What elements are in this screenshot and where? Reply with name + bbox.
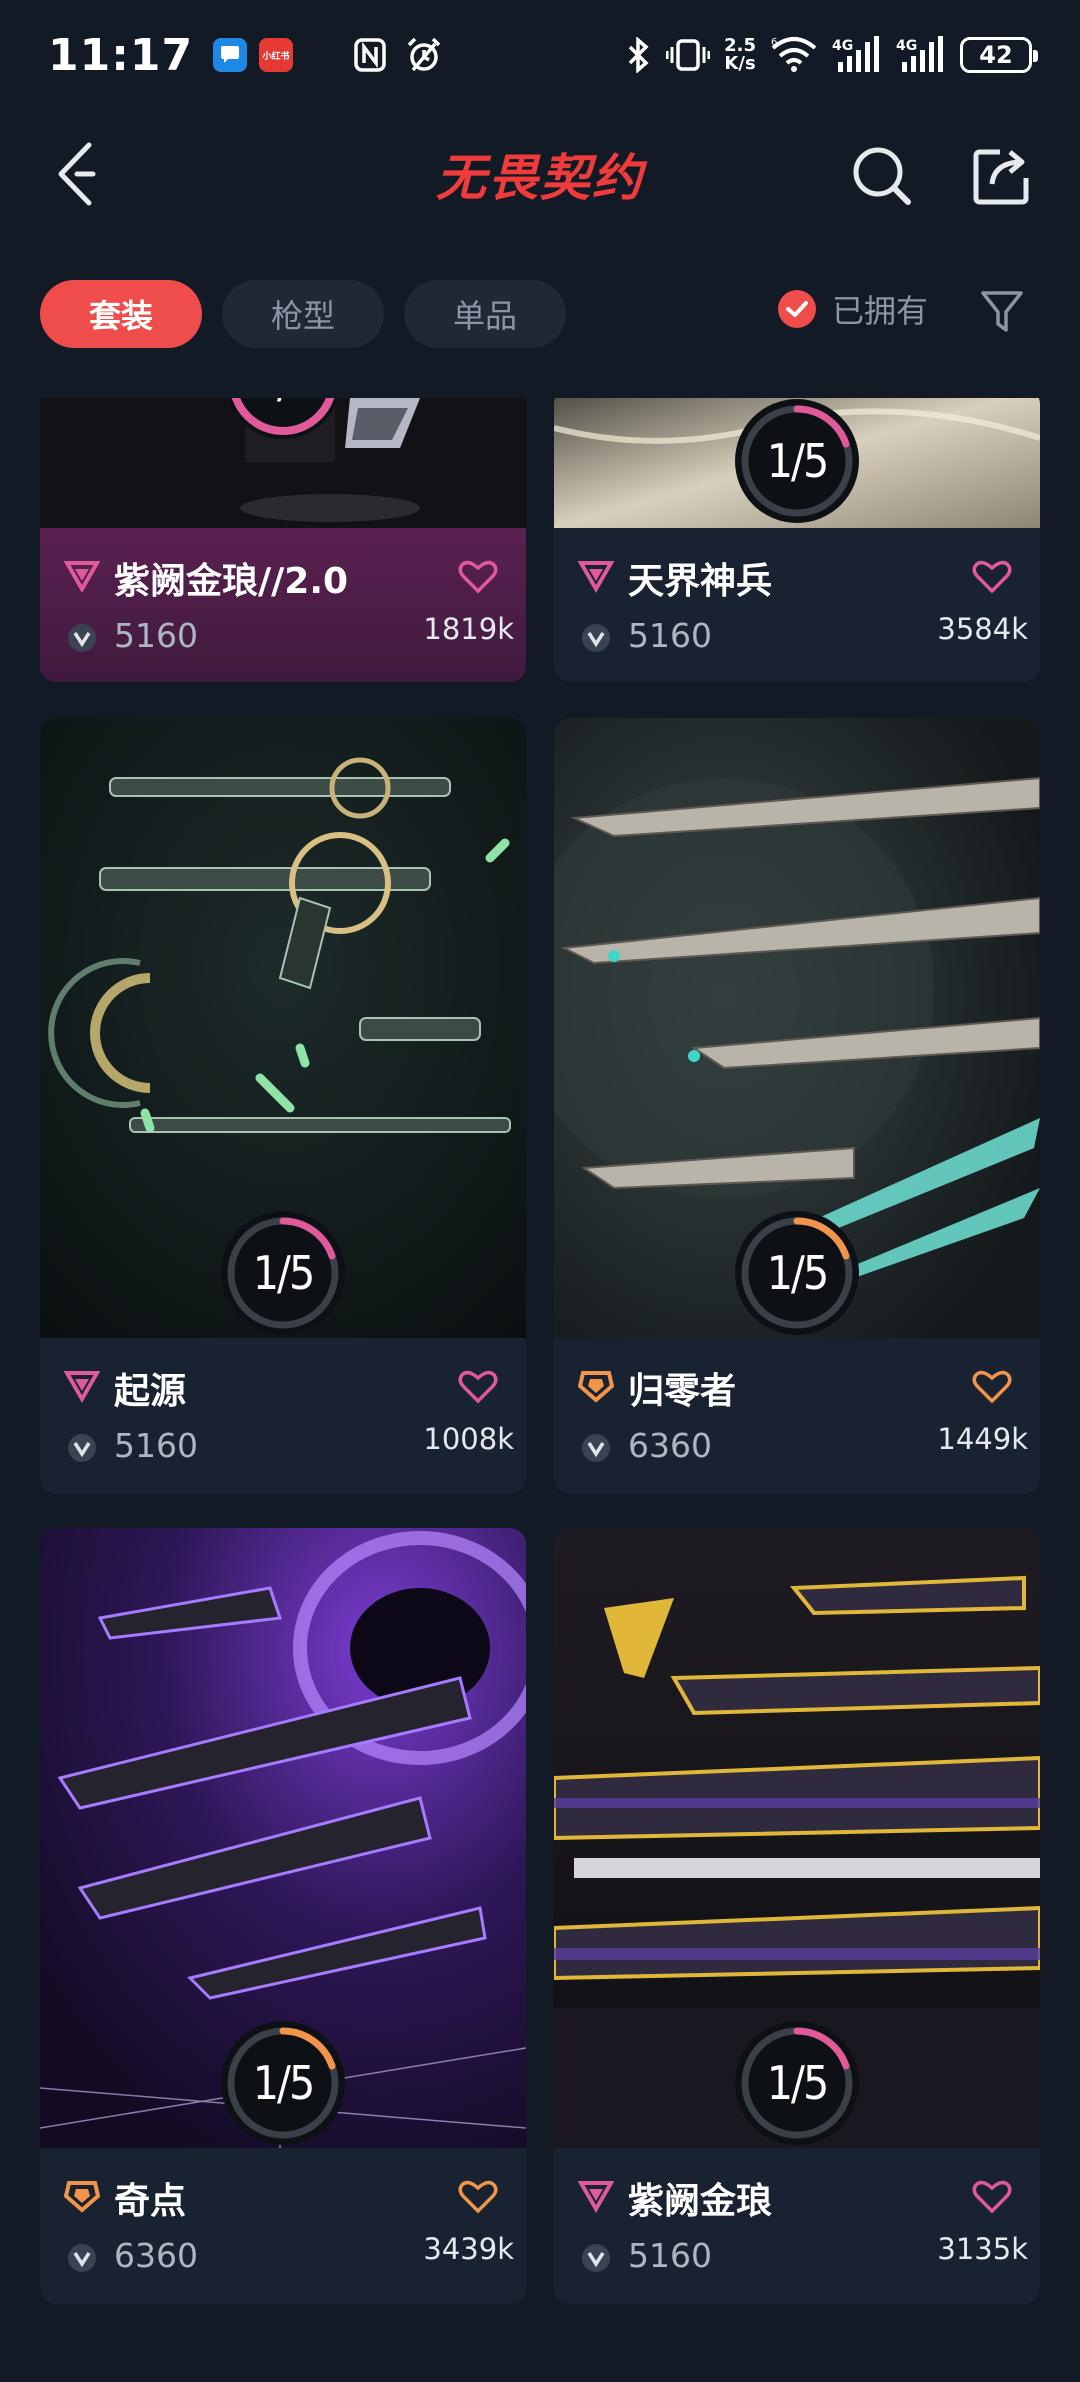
signal-4g-icon-2: 4G: [896, 36, 943, 72]
vp-currency-icon: [68, 624, 96, 652]
share-button[interactable]: [966, 140, 1038, 212]
heart-icon[interactable]: [458, 558, 498, 594]
status-right-icons: 2.5 K/s 6 4G 4G 42: [626, 36, 1038, 74]
bundle-info: 紫阙金琅 5160 3135k: [554, 2148, 1040, 2302]
share-icon: [973, 149, 1029, 205]
exclusive-tier-icon: [578, 1371, 614, 1403]
bundle-name: 紫阙金琅: [628, 2181, 773, 2222]
progress-label: 5/5: [218, 398, 348, 446]
funnel-icon[interactable]: [980, 288, 1024, 336]
nfc-icon: [354, 38, 386, 72]
bundle-info: 归零者 6360 1449k: [554, 1338, 1040, 1492]
svg-text:4G: 4G: [896, 38, 917, 54]
search-icon: [853, 147, 911, 205]
bundle-artwork: 5/5: [40, 398, 526, 528]
vp-currency-icon: [582, 1434, 610, 1462]
progress-label: 1/5: [766, 434, 830, 488]
bundle-card[interactable]: 5/5 紫阙金琅//2.0 5160 1819k: [40, 398, 526, 682]
alarm-icon: [407, 37, 441, 72]
search-button[interactable]: [846, 140, 918, 212]
status-bar: 11:17 小红书 2.5 K/s 6 4G 4G 42: [0, 0, 1080, 110]
bundle-artwork: 1/5: [40, 1528, 526, 2148]
bundle-name: 奇点: [114, 2181, 187, 2222]
bundle-price: 5160: [114, 616, 198, 655]
bundle-card[interactable]: 1/5 天界神兵 5160 3584k: [554, 398, 1040, 682]
bundle-name: 紫阙金琅//2.0: [114, 561, 349, 602]
vp-currency-icon: [68, 1434, 96, 1462]
tab-weapon-type[interactable]: 枪型: [222, 280, 384, 348]
bundle-name: 天界神兵: [628, 561, 773, 602]
bundle-info: 起源 5160 1008k: [40, 1338, 526, 1492]
signal-4g-icon: 4G: [832, 36, 879, 72]
bundle-card[interactable]: 1/5 归零者 6360 1449k: [554, 718, 1040, 1494]
xiaohongshu-app-icon: 小红书: [259, 38, 294, 72]
bundle-price: 5160: [114, 1426, 198, 1465]
progress-label: 1/5: [766, 1246, 830, 1300]
premium-tier-icon: [64, 561, 100, 594]
bundle-price: 5160: [628, 2236, 712, 2275]
bundle-grid: 5/5 紫阙金琅//2.0 5160 1819k 1/5: [0, 398, 1080, 2382]
network-speed: 2.5 K/s: [724, 37, 756, 73]
bundle-card[interactable]: 1/5 紫阙金琅 5160 3135k: [554, 1528, 1040, 2304]
heart-icon[interactable]: [972, 558, 1012, 594]
heart-icon[interactable]: [458, 1368, 498, 1404]
bundle-artwork: 1/5: [554, 398, 1040, 528]
bundle-artwork: 1/5: [554, 718, 1040, 1338]
bluetooth-icon: [628, 37, 649, 73]
page-title: 无畏契约: [436, 149, 644, 207]
owned-label: 已拥有: [832, 292, 929, 330]
heart-icon[interactable]: [458, 2178, 498, 2214]
bundle-likes: 3584k: [937, 612, 1028, 646]
bundle-info: 紫阙金琅//2.0 5160 1819k: [40, 528, 526, 682]
bundle-likes: 1819k: [423, 612, 514, 646]
premium-tier-icon: [64, 1371, 100, 1404]
message-app-icon: [213, 38, 248, 72]
wifi-icon: 6: [771, 37, 817, 72]
exclusive-tier-icon: [64, 2181, 100, 2213]
bundle-name: 归零者: [628, 1371, 737, 1412]
checkmark-icon: [778, 290, 816, 328]
filter-row: 套装 枪型 单品 已拥有: [0, 276, 1080, 352]
tab-bundles[interactable]: 套装: [40, 280, 202, 348]
premium-tier-icon: [578, 2181, 614, 2214]
bundle-price: 6360: [114, 2236, 198, 2275]
progress-label: 1/5: [252, 1246, 316, 1300]
owned-toggle[interactable]: 已拥有: [778, 286, 928, 332]
bundle-card[interactable]: 1/5 奇点 6360 3439k: [40, 1528, 526, 2304]
bundle-info: 奇点 6360 3439k: [40, 2148, 526, 2302]
vp-currency-icon: [582, 624, 610, 652]
vibrate-icon: [666, 39, 711, 71]
svg-text:6: 6: [771, 37, 777, 48]
bundle-artwork: 1/5: [554, 1528, 1040, 2148]
bundle-artwork: 1/5: [40, 718, 526, 1338]
premium-tier-icon: [578, 561, 614, 594]
status-left-icons: [353, 36, 443, 74]
tab-single-item[interactable]: 单品: [404, 280, 566, 348]
bundle-likes: 3135k: [937, 2232, 1028, 2266]
bundle-likes: 1449k: [937, 1422, 1028, 1456]
vp-currency-icon: [68, 2244, 96, 2272]
app-header: 无畏契约: [0, 110, 1080, 240]
vp-currency-icon: [582, 2244, 610, 2272]
bundle-card[interactable]: 1/5 起源 5160 1008k: [40, 718, 526, 1494]
bundle-name: 起源: [114, 1371, 187, 1412]
bundle-info: 天界神兵 5160 3584k: [554, 528, 1040, 682]
heart-icon[interactable]: [972, 1368, 1012, 1404]
progress-label: 1/5: [766, 2056, 830, 2110]
bundle-likes: 3439k: [423, 2232, 514, 2266]
status-time: 11:17: [48, 29, 194, 81]
svg-text:4G: 4G: [832, 38, 853, 54]
bundle-price: 6360: [628, 1426, 712, 1465]
heart-icon[interactable]: [972, 2178, 1012, 2214]
battery-indicator: 42: [960, 37, 1038, 73]
bundle-likes: 1008k: [423, 1422, 514, 1456]
progress-label: 1/5: [252, 2056, 316, 2110]
network-speed-unit: K/s: [724, 53, 756, 74]
bundle-price: 5160: [628, 616, 712, 655]
